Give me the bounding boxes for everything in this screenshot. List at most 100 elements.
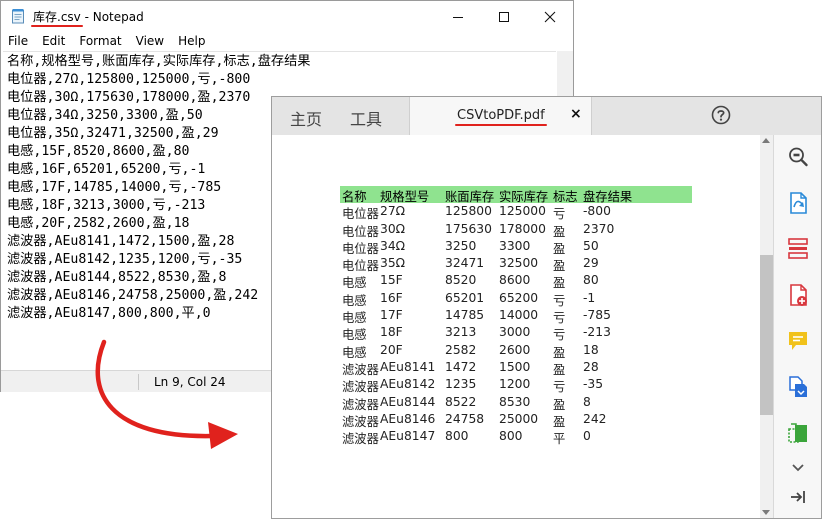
table-cell: -213 xyxy=(583,325,611,340)
table-cell: AEu8146 xyxy=(380,411,436,426)
table-cell: 2600 xyxy=(499,342,531,357)
document-tab-name: CSVtoPDF.pdf xyxy=(455,108,547,126)
compress-icon[interactable] xyxy=(787,421,809,445)
table-cell: 16F xyxy=(380,290,403,305)
table-row: 滤波器 AEu8146 24758 25000 盈 242 xyxy=(340,411,692,429)
table-cell: 盈 xyxy=(553,414,566,429)
table-cell: 125800 xyxy=(445,204,492,219)
table-row: 滤波器 AEu8147 800 800 平 0 xyxy=(340,428,692,447)
convert-icon[interactable] xyxy=(787,375,809,399)
menu-file[interactable]: File xyxy=(1,32,35,51)
table-cell: 65201 xyxy=(445,290,485,305)
table-cell: 电感 xyxy=(342,345,367,360)
table-cell: 亏 xyxy=(553,380,566,395)
table-cell: 3000 xyxy=(499,325,531,340)
notepad-title-bar[interactable]: 库存.csv - Notepad xyxy=(1,1,573,32)
organize-pages-icon[interactable] xyxy=(787,237,809,261)
table-cell: AEu8141 xyxy=(380,359,436,374)
table-cell: 30Ω xyxy=(380,221,406,236)
menu-help[interactable]: Help xyxy=(171,32,212,51)
table-row: 电感 17F 14785 14000 亏 -785 xyxy=(340,307,692,326)
document-tab[interactable]: CSVtoPDF.pdf × xyxy=(409,97,592,135)
notepad-title-filename: 库存.csv xyxy=(33,10,81,24)
table-cell: 滤波器 xyxy=(342,414,379,429)
table-cell: 17F xyxy=(380,308,403,323)
header-cell: 名称 xyxy=(342,190,367,204)
table-cell: -785 xyxy=(583,308,611,323)
close-icon xyxy=(544,11,556,22)
table-cell: 盈 xyxy=(553,397,566,412)
table-cell: 0 xyxy=(583,429,591,444)
table-row: 电位器 34Ω 3250 3300 盈 50 xyxy=(340,238,692,256)
table-cell: 25000 xyxy=(499,411,539,426)
collapse-panel-icon[interactable] xyxy=(787,485,809,509)
table-cell: 20F xyxy=(380,342,403,357)
table-cell: 50 xyxy=(583,238,599,253)
table-cell: 亏 xyxy=(553,293,566,308)
menu-edit[interactable]: Edit xyxy=(35,32,72,51)
table-cell: 盈 xyxy=(553,224,566,239)
tools-panel xyxy=(773,135,821,518)
table-cell: 电位器 xyxy=(342,259,379,274)
notepad-menu-bar: File Edit Format View Help xyxy=(1,32,573,51)
table-cell: 32500 xyxy=(499,256,539,271)
table-cell: 1500 xyxy=(499,359,531,374)
viewer-tab-bar: 主页 工具 CSVtoPDF.pdf × xyxy=(272,97,821,135)
table-cell: 盈 xyxy=(553,241,566,256)
table-cell: 34Ω xyxy=(380,238,406,253)
table-cell: AEu8142 xyxy=(380,377,436,392)
close-tab-button[interactable]: × xyxy=(570,106,582,122)
table-cell: 电感 xyxy=(342,328,367,343)
menu-view[interactable]: View xyxy=(129,32,171,51)
table-cell: -35 xyxy=(583,377,604,392)
table-cell: 盈 xyxy=(553,259,566,274)
header-cell: 标志 xyxy=(553,190,578,204)
table-cell: 35Ω xyxy=(380,256,406,271)
table-cell: 80 xyxy=(583,273,599,288)
table-cell: 32471 xyxy=(445,256,485,271)
table-cell: AEu8147 xyxy=(380,429,436,444)
table-row: 滤波器 AEu8144 8522 8530 盈 8 xyxy=(340,394,692,412)
table-cell: 27Ω xyxy=(380,204,406,219)
minimize-button[interactable] xyxy=(435,1,481,32)
maximize-icon xyxy=(499,11,509,22)
create-pdf-icon[interactable] xyxy=(787,283,809,307)
comment-icon[interactable] xyxy=(787,329,809,353)
table-cell: 1472 xyxy=(445,359,477,374)
table-row: 滤波器 AEu8141 1472 1500 盈 28 xyxy=(340,359,692,377)
scroll-down-arrow-icon[interactable] xyxy=(762,510,770,515)
header-cell: 规格型号 xyxy=(380,190,430,204)
table-cell: 3213 xyxy=(445,325,477,340)
table-cell: 平 xyxy=(553,432,566,447)
table-cell: 8530 xyxy=(499,394,531,409)
maximize-button[interactable] xyxy=(481,1,527,32)
table-cell: 亏 xyxy=(553,311,566,326)
tab-tools[interactable]: 工具 xyxy=(350,106,382,130)
table-cell: 125000 xyxy=(499,204,546,219)
help-icon[interactable] xyxy=(711,105,731,125)
table-cell: 1235 xyxy=(445,377,477,392)
close-button[interactable] xyxy=(527,1,573,32)
scroll-thumb[interactable] xyxy=(760,255,773,415)
chevron-down-icon[interactable] xyxy=(787,459,809,477)
tab-home[interactable]: 主页 xyxy=(290,106,322,130)
cursor-position: Ln 9, Col 24 xyxy=(154,375,226,389)
table-cell: 3250 xyxy=(445,238,477,253)
table-row: 电位器 30Ω 175630 178000 盈 2370 xyxy=(340,221,692,239)
export-pdf-icon[interactable] xyxy=(787,191,809,215)
table-cell: 18 xyxy=(583,342,599,357)
table-cell: 175630 xyxy=(445,221,492,236)
table-cell: 242 xyxy=(583,411,607,426)
table-cell: 14785 xyxy=(445,308,485,323)
scroll-up-arrow-icon[interactable] xyxy=(762,138,770,143)
table-row: 电感 18F 3213 3000 亏 -213 xyxy=(340,324,692,343)
minimize-icon xyxy=(453,16,463,18)
table-cell: 65200 xyxy=(499,290,539,305)
pdf-vertical-scrollbar[interactable] xyxy=(760,135,773,518)
table-cell: 电位器 xyxy=(342,207,379,222)
table-row: 电感 20F 2582 2600 盈 18 xyxy=(340,342,692,360)
table-cell: 8522 xyxy=(445,394,477,409)
menu-format[interactable]: Format xyxy=(72,32,128,51)
table-cell: 滤波器 xyxy=(342,380,379,395)
zoom-icon[interactable] xyxy=(787,145,809,169)
